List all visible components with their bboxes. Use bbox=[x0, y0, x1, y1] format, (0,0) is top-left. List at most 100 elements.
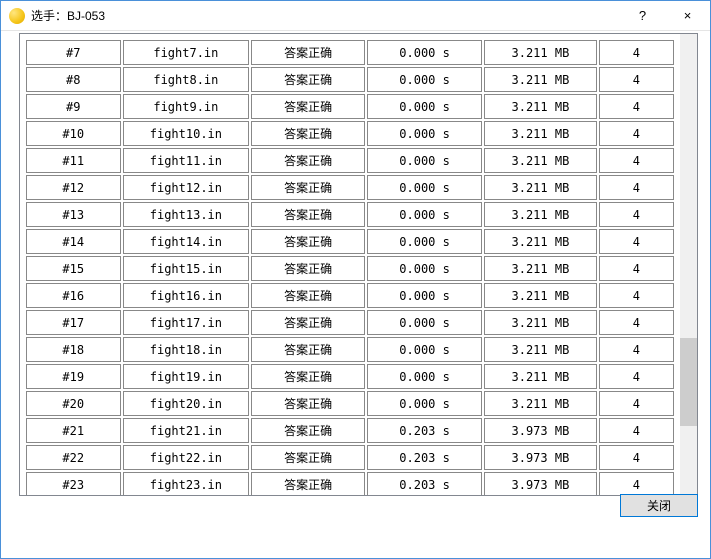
scrollbar-thumb[interactable] bbox=[680, 338, 697, 426]
cell-result: 答案正确 bbox=[251, 40, 365, 65]
cell-result: 答案正确 bbox=[251, 67, 365, 92]
cell-score: 4 bbox=[599, 202, 674, 227]
cell-file: fight19.in bbox=[123, 364, 250, 389]
cell-idx: #9 bbox=[26, 94, 121, 119]
cell-idx: #16 bbox=[26, 283, 121, 308]
cell-result: 答案正确 bbox=[251, 418, 365, 443]
cell-mem: 3.211 MB bbox=[484, 94, 597, 119]
cell-time: 0.000 s bbox=[367, 67, 482, 92]
app-icon bbox=[9, 8, 25, 24]
table-row: #14fight14.in答案正确0.000 s3.211 MB4 bbox=[26, 229, 674, 254]
cell-score: 4 bbox=[599, 67, 674, 92]
table-row: #10fight10.in答案正确0.000 s3.211 MB4 bbox=[26, 121, 674, 146]
cell-score: 4 bbox=[599, 364, 674, 389]
cell-mem: 3.211 MB bbox=[484, 391, 597, 416]
cell-idx: #17 bbox=[26, 310, 121, 335]
results-table: #7fight7.in答案正确0.000 s3.211 MB4#8fight8.… bbox=[24, 38, 676, 495]
cell-score: 4 bbox=[599, 472, 674, 495]
cell-result: 答案正确 bbox=[251, 472, 365, 495]
cell-score: 4 bbox=[599, 40, 674, 65]
window-title: 选手：BJ-053 bbox=[31, 7, 620, 24]
results-panel: #7fight7.in答案正确0.000 s3.211 MB4#8fight8.… bbox=[19, 33, 698, 496]
vertical-scrollbar[interactable] bbox=[680, 34, 697, 495]
cell-time: 0.203 s bbox=[367, 472, 482, 495]
cell-mem: 3.211 MB bbox=[484, 364, 597, 389]
cell-score: 4 bbox=[599, 175, 674, 200]
cell-file: fight8.in bbox=[123, 67, 250, 92]
cell-result: 答案正确 bbox=[251, 445, 365, 470]
cell-time: 0.000 s bbox=[367, 337, 482, 362]
cell-mem: 3.211 MB bbox=[484, 40, 597, 65]
cell-idx: #23 bbox=[26, 472, 121, 495]
table-row: #15fight15.in答案正确0.000 s3.211 MB4 bbox=[26, 256, 674, 281]
cell-file: fight17.in bbox=[123, 310, 250, 335]
cell-result: 答案正确 bbox=[251, 337, 365, 362]
cell-mem: 3.211 MB bbox=[484, 229, 597, 254]
cell-idx: #8 bbox=[26, 67, 121, 92]
cell-idx: #13 bbox=[26, 202, 121, 227]
dialog-footer: 关闭 bbox=[620, 494, 698, 517]
cell-time: 0.000 s bbox=[367, 391, 482, 416]
cell-idx: #10 bbox=[26, 121, 121, 146]
titlebar: 选手：BJ-053 ? × bbox=[1, 1, 710, 31]
cell-time: 0.000 s bbox=[367, 175, 482, 200]
cell-mem: 3.973 MB bbox=[484, 445, 597, 470]
table-row: #13fight13.in答案正确0.000 s3.211 MB4 bbox=[26, 202, 674, 227]
cell-result: 答案正确 bbox=[251, 229, 365, 254]
cell-file: fight7.in bbox=[123, 40, 250, 65]
cell-time: 0.000 s bbox=[367, 364, 482, 389]
cell-score: 4 bbox=[599, 148, 674, 173]
cell-mem: 3.211 MB bbox=[484, 283, 597, 308]
cell-file: fight20.in bbox=[123, 391, 250, 416]
cell-result: 答案正确 bbox=[251, 202, 365, 227]
cell-idx: #14 bbox=[26, 229, 121, 254]
cell-result: 答案正确 bbox=[251, 256, 365, 281]
table-row: #18fight18.in答案正确0.000 s3.211 MB4 bbox=[26, 337, 674, 362]
table-row: #23fight23.in答案正确0.203 s3.973 MB4 bbox=[26, 472, 674, 495]
cell-score: 4 bbox=[599, 256, 674, 281]
cell-time: 0.000 s bbox=[367, 283, 482, 308]
cell-result: 答案正确 bbox=[251, 148, 365, 173]
cell-idx: #22 bbox=[26, 445, 121, 470]
close-button[interactable]: 关闭 bbox=[620, 494, 698, 517]
cell-file: fight22.in bbox=[123, 445, 250, 470]
cell-idx: #7 bbox=[26, 40, 121, 65]
cell-mem: 3.211 MB bbox=[484, 337, 597, 362]
cell-mem: 3.973 MB bbox=[484, 418, 597, 443]
results-table-container: #7fight7.in答案正确0.000 s3.211 MB4#8fight8.… bbox=[20, 34, 680, 495]
help-button[interactable]: ? bbox=[620, 1, 665, 30]
cell-mem: 3.211 MB bbox=[484, 121, 597, 146]
table-row: #12fight12.in答案正确0.000 s3.211 MB4 bbox=[26, 175, 674, 200]
cell-score: 4 bbox=[599, 445, 674, 470]
table-row: #7fight7.in答案正确0.000 s3.211 MB4 bbox=[26, 40, 674, 65]
cell-mem: 3.211 MB bbox=[484, 310, 597, 335]
table-row: #16fight16.in答案正确0.000 s3.211 MB4 bbox=[26, 283, 674, 308]
cell-mem: 3.973 MB bbox=[484, 472, 597, 495]
cell-idx: #15 bbox=[26, 256, 121, 281]
cell-file: fight12.in bbox=[123, 175, 250, 200]
cell-mem: 3.211 MB bbox=[484, 256, 597, 281]
cell-idx: #19 bbox=[26, 364, 121, 389]
cell-result: 答案正确 bbox=[251, 121, 365, 146]
cell-idx: #21 bbox=[26, 418, 121, 443]
cell-file: fight21.in bbox=[123, 418, 250, 443]
cell-score: 4 bbox=[599, 310, 674, 335]
cell-time: 0.000 s bbox=[367, 202, 482, 227]
cell-idx: #11 bbox=[26, 148, 121, 173]
cell-file: fight15.in bbox=[123, 256, 250, 281]
cell-score: 4 bbox=[599, 391, 674, 416]
cell-result: 答案正确 bbox=[251, 283, 365, 308]
window-close-button[interactable]: × bbox=[665, 1, 710, 30]
cell-result: 答案正确 bbox=[251, 175, 365, 200]
table-row: #11fight11.in答案正确0.000 s3.211 MB4 bbox=[26, 148, 674, 173]
table-row: #22fight22.in答案正确0.203 s3.973 MB4 bbox=[26, 445, 674, 470]
cell-time: 0.000 s bbox=[367, 148, 482, 173]
table-row: #19fight19.in答案正确0.000 s3.211 MB4 bbox=[26, 364, 674, 389]
table-row: #20fight20.in答案正确0.000 s3.211 MB4 bbox=[26, 391, 674, 416]
cell-mem: 3.211 MB bbox=[484, 202, 597, 227]
cell-score: 4 bbox=[599, 283, 674, 308]
cell-result: 答案正确 bbox=[251, 310, 365, 335]
cell-idx: #12 bbox=[26, 175, 121, 200]
cell-score: 4 bbox=[599, 337, 674, 362]
cell-time: 0.000 s bbox=[367, 256, 482, 281]
